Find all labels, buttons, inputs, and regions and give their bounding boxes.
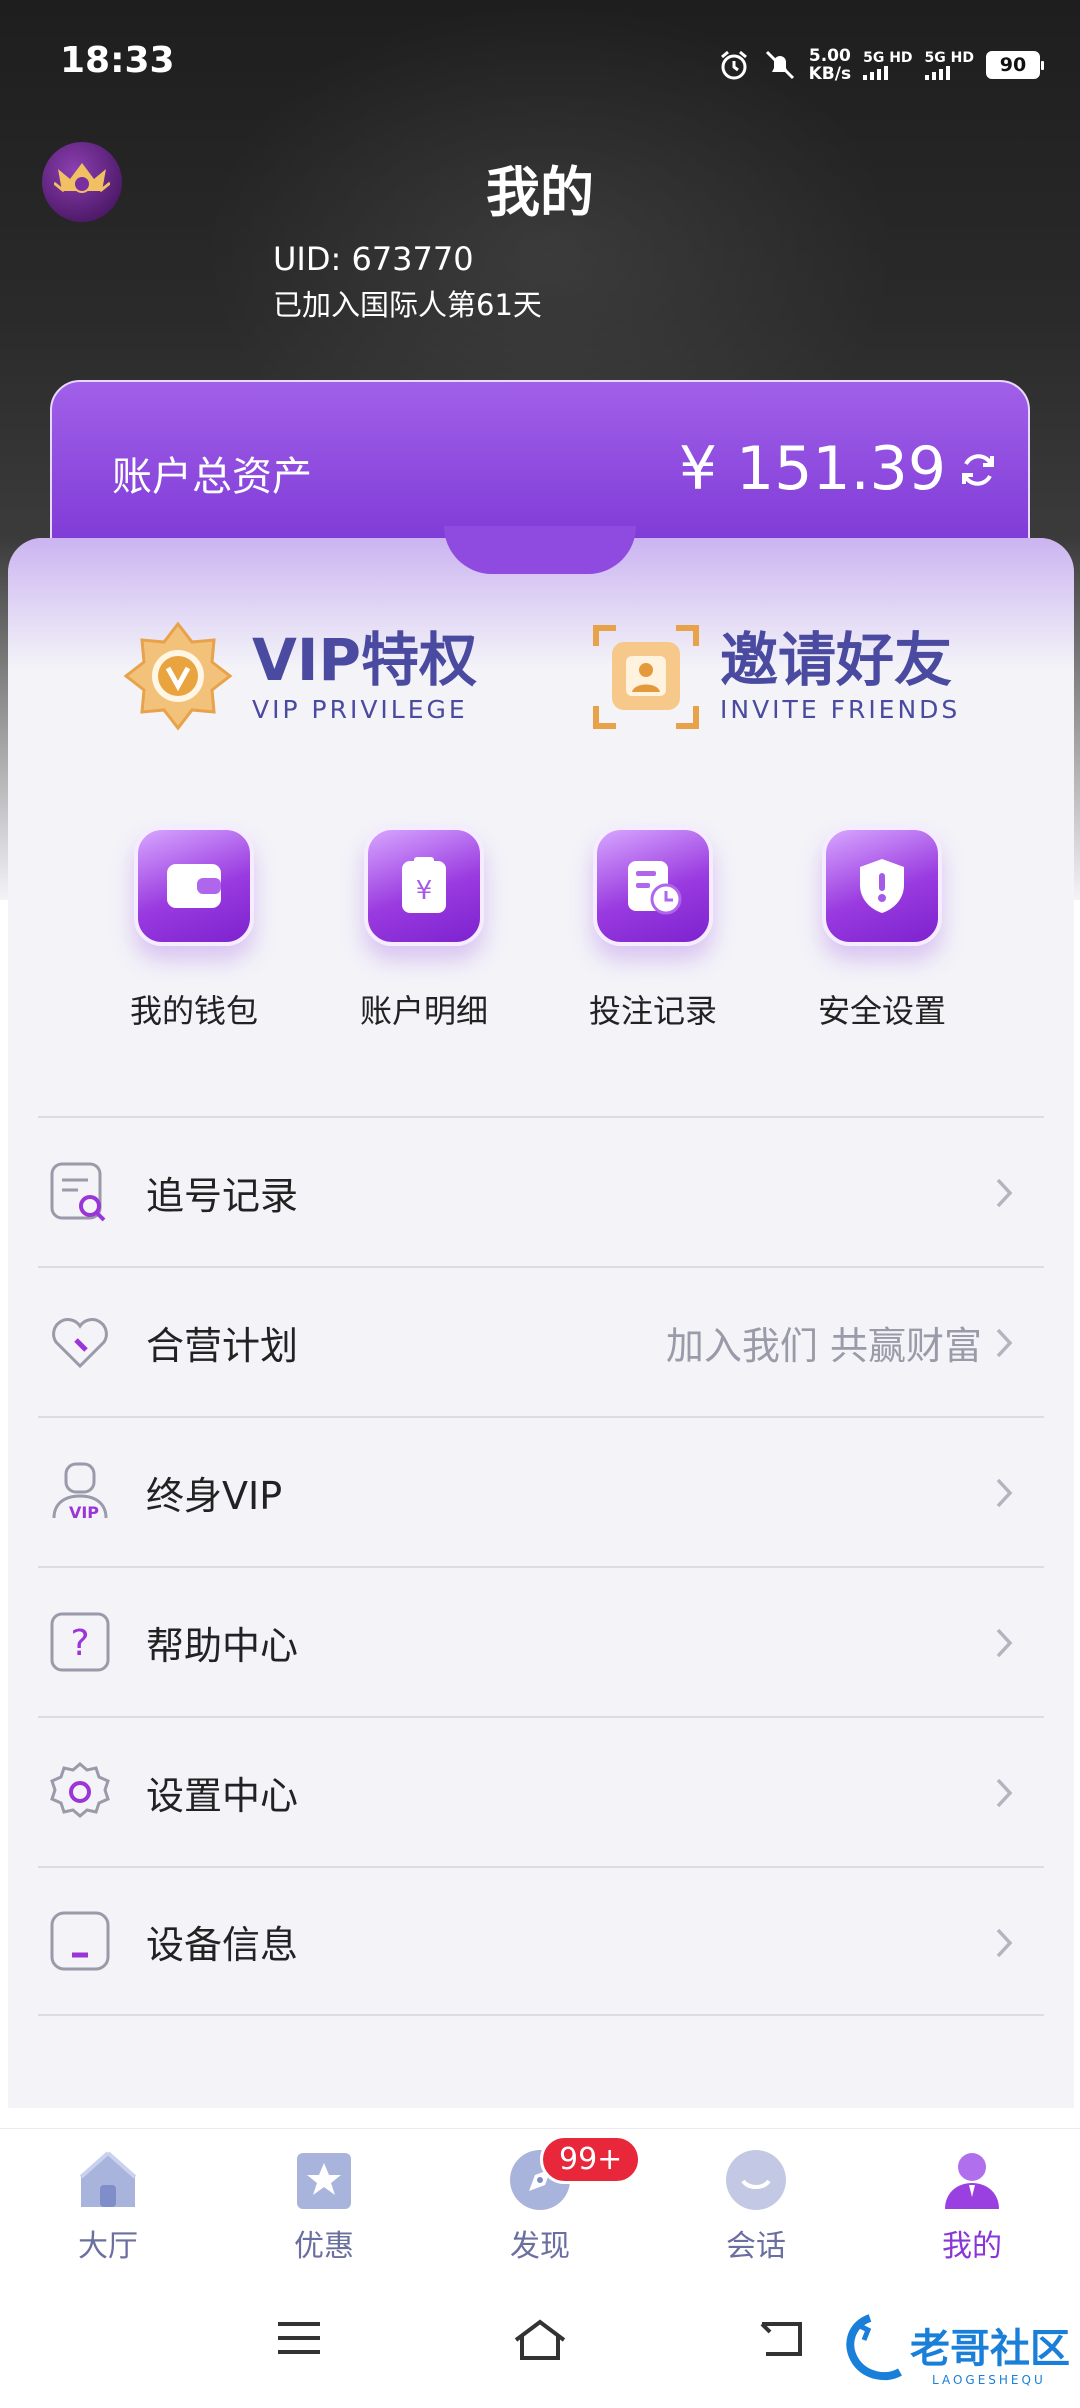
gear-icon	[50, 1762, 110, 1818]
receipt-icon: ¥	[402, 857, 446, 913]
refresh-icon[interactable]	[956, 448, 1000, 492]
bottom-tab-bar: 大厅 优惠 发现 会话 我的	[0, 2128, 1080, 2278]
quick-bet-records[interactable]: 投注记录	[553, 826, 753, 1032]
join-days: 已加入国际人第61天	[273, 288, 542, 322]
invite-badge-icon	[593, 625, 699, 729]
search-record-icon	[50, 1162, 106, 1222]
asset-card-notch	[444, 526, 636, 574]
tab-mine[interactable]: 我的	[902, 2147, 1042, 2265]
watermark-logo: 老哥社区 LAOGESHEQU	[846, 2314, 1070, 2387]
mute-icon	[765, 50, 794, 80]
svg-text:LAOGESHEQU: LAOGESHEQU	[932, 2373, 1046, 2387]
invite-friends-banner[interactable]: 邀请好友 INVITE FRIENDS	[590, 620, 960, 732]
menu-item-settings[interactable]: 设置中心	[38, 1716, 1044, 1866]
tab-chat[interactable]: 会话	[686, 2147, 826, 2265]
chevron-right-icon	[996, 1328, 1013, 1358]
chevron-right-icon	[996, 1778, 1013, 1808]
shield-icon	[860, 859, 904, 913]
status-bar: 18:33 5.00 KB/s 5G HD 5G HD 90	[0, 0, 1080, 128]
quick-wallet[interactable]: 我的钱包	[94, 826, 294, 1032]
vip-badge-icon	[123, 621, 233, 731]
svg-text:老哥社区: 老哥社区	[910, 2326, 1070, 2372]
asset-label: 账户总资产	[112, 454, 312, 500]
tab-promotions[interactable]: 优惠	[254, 2147, 394, 2265]
quick-account-details[interactable]: ¥ 账户明细	[324, 826, 524, 1032]
vip-user-icon: VIP	[52, 1462, 108, 1522]
chevron-right-icon	[996, 1178, 1013, 1208]
record-icon	[628, 861, 682, 915]
home-nav-icon[interactable]	[510, 2316, 570, 2364]
signal-1: 5G HD	[863, 50, 913, 80]
menu-item-help-center[interactable]: ? 帮助中心	[38, 1566, 1044, 1716]
chevron-right-icon	[996, 1478, 1013, 1508]
svg-text:VIP: VIP	[69, 1503, 99, 1522]
network-speed: 5.00 KB/s	[808, 46, 852, 84]
menu-icon[interactable]	[274, 2316, 324, 2360]
back-icon[interactable]	[754, 2316, 806, 2360]
battery-indicator: 90	[986, 51, 1044, 79]
star-icon	[297, 2153, 351, 2209]
status-time: 18:33	[60, 40, 175, 81]
partnership-subtitle: 加入我们 共赢财富	[665, 1323, 982, 1368]
device-icon	[50, 1911, 110, 1971]
notification-badge: 99+	[540, 2135, 642, 2184]
menu-item-device-info[interactable]: 设备信息	[38, 1866, 1044, 2016]
chevron-right-icon	[996, 1628, 1013, 1658]
menu-item-partnership[interactable]: 合营计划 加入我们 共赢财富	[38, 1266, 1044, 1416]
menu-item-chase-records[interactable]: 追号记录	[38, 1116, 1044, 1266]
help-icon: ?	[50, 1612, 110, 1672]
vip-privilege-banner[interactable]: VIP特权 VIP PRIVILEGE	[122, 620, 477, 732]
user-icon	[945, 2153, 999, 2209]
home-icon	[79, 2151, 137, 2207]
menu-item-lifetime-vip[interactable]: VIP 终身VIP	[38, 1416, 1044, 1566]
svg-text:?: ?	[70, 1623, 89, 1664]
svg-text:¥: ¥	[416, 876, 433, 906]
signal-2: 5G HD	[924, 50, 974, 80]
tab-lobby[interactable]: 大厅	[38, 2147, 178, 2265]
wallet-icon	[167, 864, 221, 908]
user-id: UID: 673770	[273, 240, 474, 274]
alarm-icon	[720, 50, 747, 80]
heart-icon	[52, 1318, 108, 1369]
quick-security-settings[interactable]: 安全设置	[782, 826, 982, 1032]
asset-amount: ¥ 151.39	[678, 434, 946, 504]
chat-icon	[726, 2150, 786, 2210]
menu-list: 追号记录 合营计划 加入我们 共赢财富 VIP 终身VIP ? 帮助中心 设置中…	[38, 1116, 1044, 2016]
chevron-right-icon	[996, 1928, 1013, 1958]
